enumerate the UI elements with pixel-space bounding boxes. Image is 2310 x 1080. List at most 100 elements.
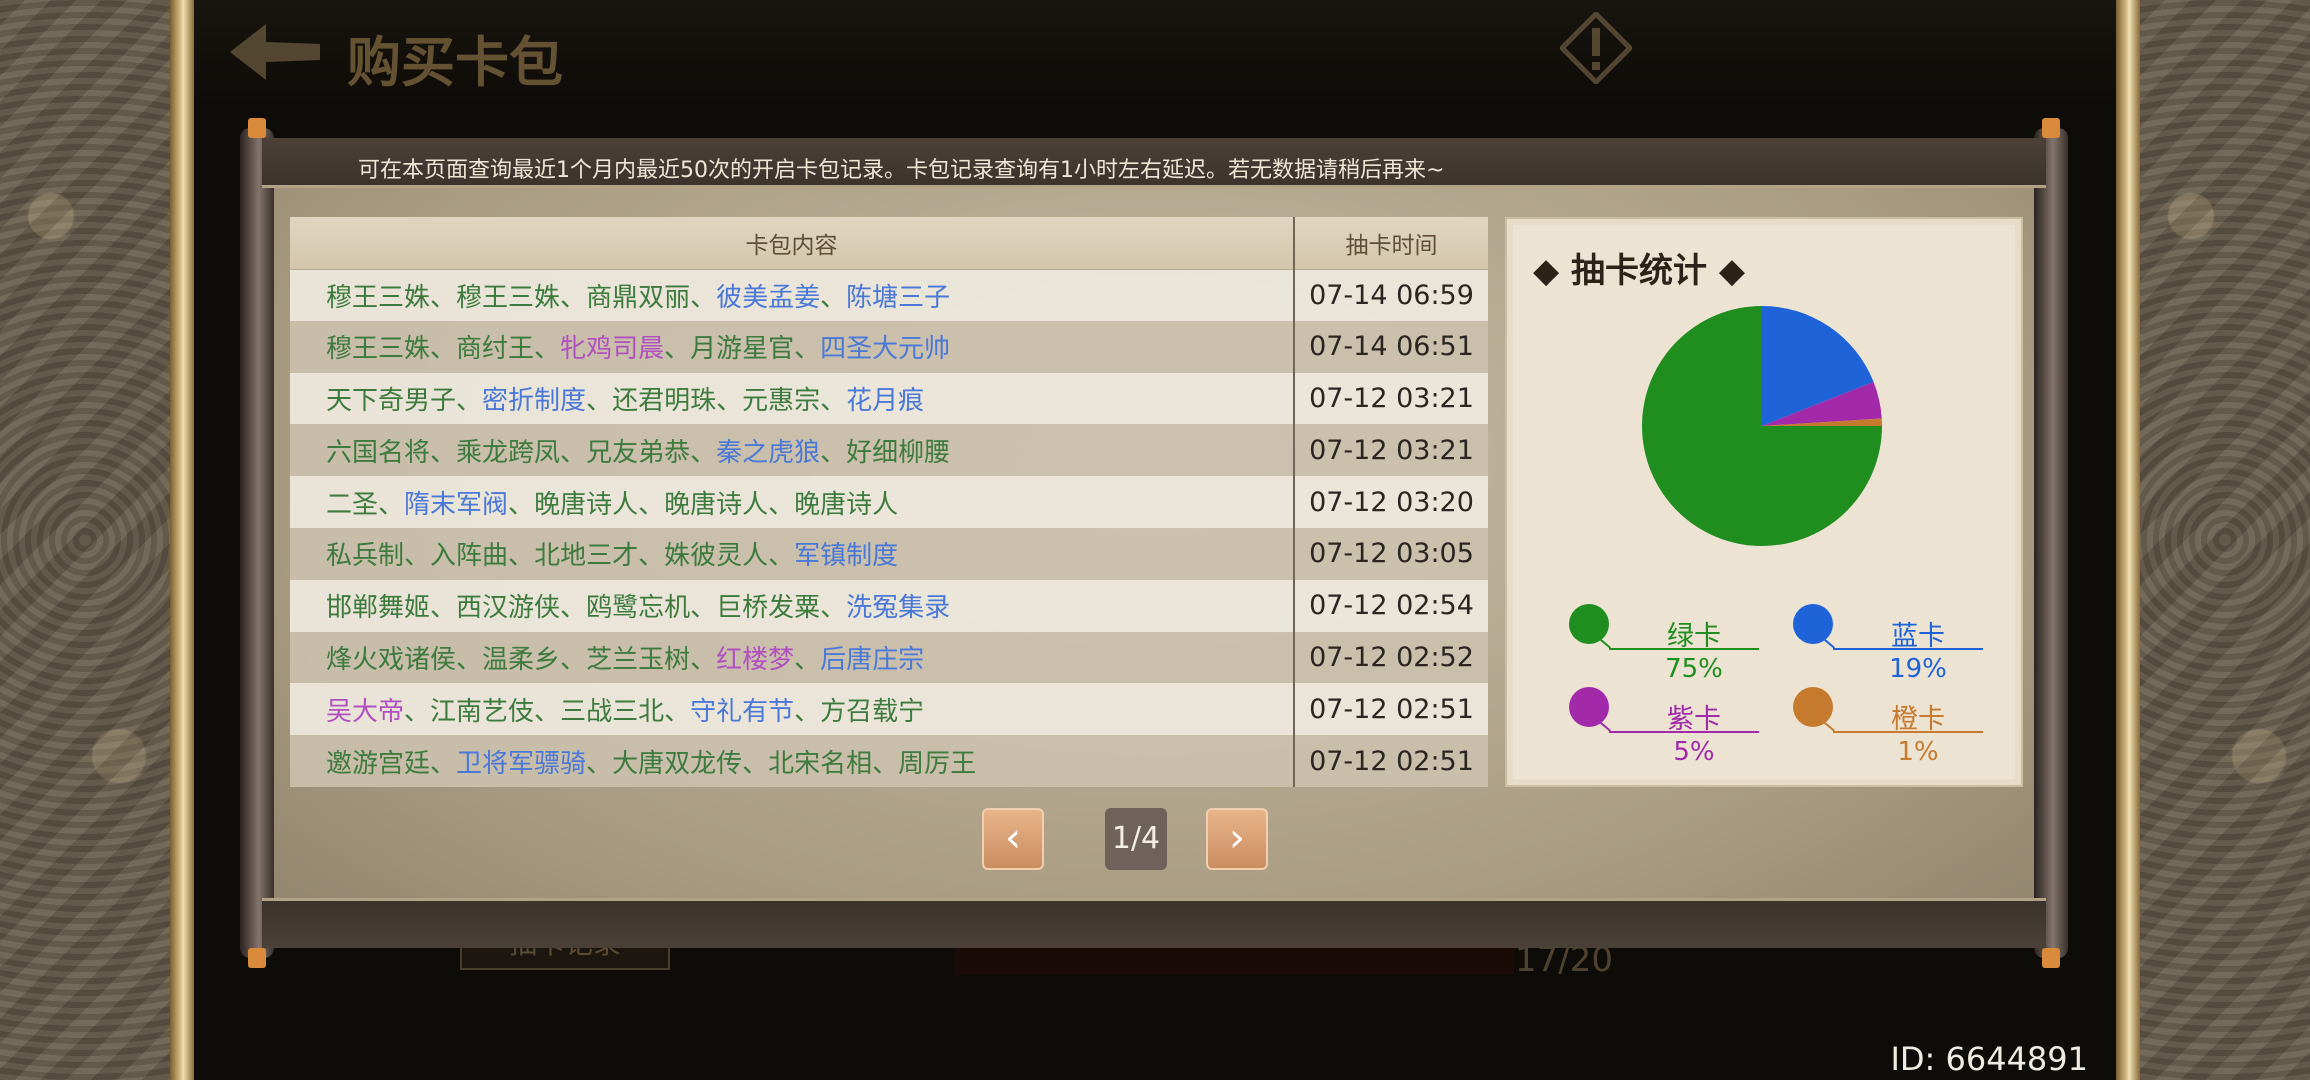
card-name: 二圣 [326,489,379,520]
card-name: 后唐庄宗 [820,644,925,675]
row-time: 07-12 03:21 [1293,424,1488,477]
card-name: 穆王三姝 [326,282,431,313]
card-name: 姝彼灵人 [664,541,769,572]
player-id: ID: 6644891 [1890,1040,2088,1078]
legend-label: 紫卡 [1667,704,1721,735]
card-name: 穆王三姝 [326,334,431,365]
card-name: 元惠宗 [742,385,821,416]
row-time: 07-12 02:54 [1293,579,1488,632]
row-time: 07-14 06:59 [1293,269,1488,321]
separator: 、 [638,541,665,572]
legend-color-dot [1569,604,1609,644]
legend-percent: 1% [1897,737,1939,767]
card-name: 六国名将 [326,437,431,468]
legend-item: 紫卡 5% [1569,687,1769,771]
separator: 、 [560,644,587,675]
separator: 、 [430,334,457,365]
separator: 、 [456,644,483,675]
separator: 、 [560,282,587,313]
separator: 、 [768,489,795,520]
row-time: 07-12 03:20 [1293,476,1488,528]
page-indicator: 1/4 [1105,808,1167,870]
draw-record-rows: 穆王三姝、穆王三姝、商鼎双丽、彼美孟姜、陈塘三子 07-14 06:59 穆王三姝、… [290,269,1488,787]
separator: 、 [794,696,821,727]
card-name: 北地三才 [534,541,639,572]
back-arrow-icon[interactable] [230,22,320,82]
legend-percent: 75% [1665,654,1723,684]
row-cards: 邀游宫廷、卫将军骠骑、大唐双龙传、北宋名相、周厉王 [290,735,1294,787]
separator: 、 [820,437,847,468]
table-row: 邀游宫廷、卫将军骠骑、大唐双龙传、北宋名相、周厉王 07-12 02:51 [290,735,1488,787]
row-cards: 私兵制、入阵曲、北地三才、姝彼灵人、军镇制度 [290,527,1294,580]
pager: ‹ 1/4 › [240,808,2068,872]
column-header-time: 抽卡时间 [1293,217,1488,270]
card-name: 乘龙跨凤 [456,437,561,468]
right-decorative-panel [2140,0,2310,1080]
card-name: 天下奇男子 [326,385,457,416]
card-name: 烽火戏诸侯 [326,644,457,675]
right-gold-border [2116,0,2140,1080]
left-decorative-panel [0,0,170,1080]
separator: 、 [690,282,717,313]
table-row: 天下奇男子、密折制度、还君明珠、元惠宗、花月痕 07-12 03:21 [290,372,1488,425]
separator: 、 [378,489,405,520]
legend-item: 绿卡 75% [1569,604,1769,688]
table-row: 二圣、隋末军阀、晚唐诗人、晚唐诗人、晚唐诗人 07-12 03:20 [290,476,1488,528]
card-name: 私兵制 [326,541,405,572]
separator: 、 [716,385,743,416]
separator: 、 [820,593,847,624]
card-name: 西汉游侠 [456,593,561,624]
card-name: 卫将军骠骑 [456,748,587,779]
card-name: 牝鸡司晨 [560,334,665,365]
card-name: 守礼有节 [690,696,795,727]
info-diamond-icon[interactable] [1560,12,1632,84]
table-row: 穆王三姝、穆王三姝、商鼎双丽、彼美孟姜、陈塘三子 07-14 06:59 [290,269,1488,321]
card-name: 军镇制度 [794,541,899,572]
card-name: 温柔乡 [482,644,561,675]
prev-page-button[interactable]: ‹ [982,808,1044,870]
legend-label: 绿卡 [1667,621,1721,652]
row-time: 07-12 03:21 [1293,372,1488,425]
legend-item: 橙卡 1% [1793,687,1993,771]
row-cards: 邯郸舞姬、西汉游侠、鸥鹭忘机、巨桥发粟、洗冤集录 [290,579,1294,632]
separator: 、 [664,334,691,365]
card-name: 芝兰玉树 [586,644,691,675]
card-name: 方召载宁 [820,696,925,727]
draw-stats-pie-chart [1642,306,1882,546]
table-row: 吴大帝、江南艺伎、三战三北、守礼有节、方召载宁 07-12 02:51 [290,683,1488,736]
page-title: 购买卡包 [347,30,563,94]
stats-title: ◆ 抽卡统计 ◆ [1533,251,1745,291]
separator: 、 [430,748,457,779]
row-time: 07-12 02:51 [1293,735,1488,787]
next-page-button[interactable]: › [1206,808,1268,870]
card-name: 商纣王 [456,334,535,365]
legend-label: 蓝卡 [1891,621,1945,652]
row-cards: 穆王三姝、商纣王、牝鸡司晨、月游星官、四圣大元帅 [290,320,1294,373]
row-time: 07-12 02:51 [1293,683,1488,736]
card-name: 花月痕 [846,385,925,416]
card-name: 入阵曲 [430,541,509,572]
separator: 、 [872,748,899,779]
separator: 、 [404,696,431,727]
separator: 、 [794,334,821,365]
separator: 、 [586,385,613,416]
column-header-content: 卡包内容 [290,217,1294,270]
game-screen: 购买卡包 抽卡记录 17/20 可在本页面查询最近1个月内最近50次的开启卡包记… [0,0,2310,1080]
table-row: 烽火戏诸侯、温柔乡、芝兰玉树、红楼梦、后唐庄宗 07-12 02:52 [290,631,1488,684]
table-row: 穆王三姝、商纣王、牝鸡司晨、月游星官、四圣大元帅 07-14 06:51 [290,320,1488,373]
draw-stats-panel: ◆ 抽卡统计 ◆ 绿卡 75% 蓝卡 19% 紫卡 5% 橙卡 1% [1505,217,2023,787]
card-name: 江南艺伎 [430,696,535,727]
card-name: 陈塘三子 [846,282,951,313]
table-row: 六国名将、乘龙跨凤、兄友弟恭、秦之虎狼、好细柳腰 07-12 03:21 [290,424,1488,477]
card-name: 邯郸舞姬 [326,593,431,624]
card-name: 巨桥发粟 [716,593,821,624]
row-cards: 烽火戏诸侯、温柔乡、芝兰玉树、红楼梦、后唐庄宗 [290,631,1294,684]
card-name: 周厉王 [898,748,977,779]
separator: 、 [534,696,561,727]
card-name: 晚唐诗人 [534,489,639,520]
separator: 、 [586,748,613,779]
legend-item: 蓝卡 19% [1793,604,1993,688]
separator: 、 [430,437,457,468]
card-name: 红楼梦 [716,644,795,675]
separator: 、 [664,696,691,727]
